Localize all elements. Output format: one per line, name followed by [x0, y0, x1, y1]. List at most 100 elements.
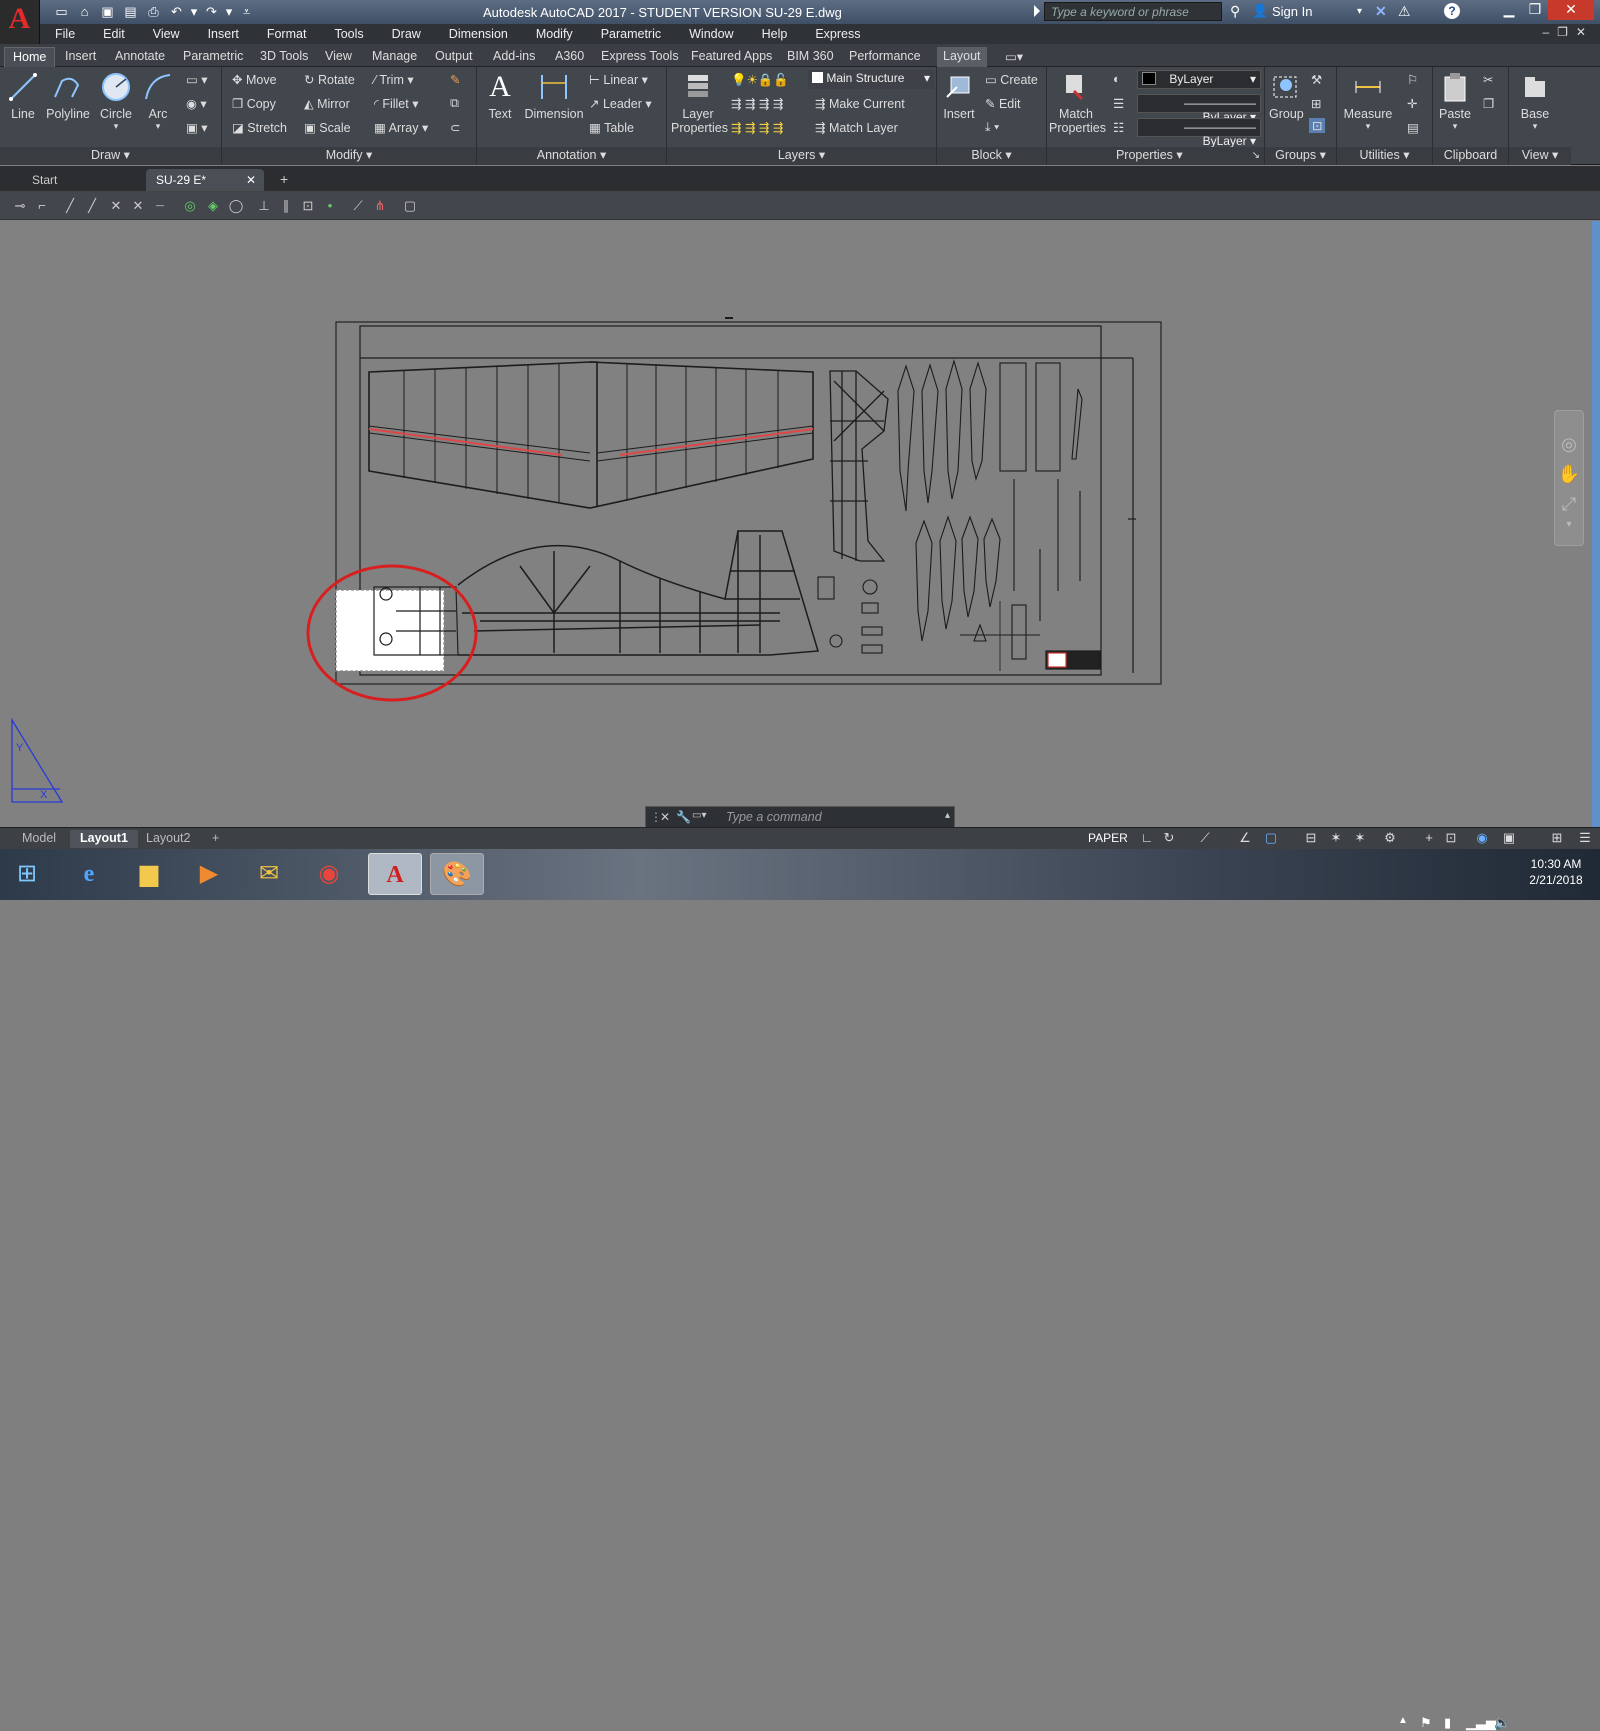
menu-view[interactable]: View	[139, 27, 194, 41]
chrome-icon[interactable]: ◉	[302, 853, 356, 895]
new-layout-button[interactable]: +	[202, 830, 229, 848]
open-file-icon[interactable]: ⌂	[75, 3, 94, 21]
canvas-scrollbar[interactable]	[1592, 221, 1600, 827]
layer-state-icons[interactable]: 💡☀🔒🔓	[731, 72, 789, 88]
snap-parallel-icon[interactable]: ∥	[278, 198, 294, 214]
paste-button[interactable]: Paste ▾	[1437, 71, 1473, 132]
temp-track-point-icon[interactable]: ⊸	[12, 198, 28, 214]
save-as-icon[interactable]: ▤	[121, 3, 140, 21]
tab-layout2[interactable]: Layout2	[136, 830, 200, 848]
polar-tracking-icon[interactable]: ⟋	[1196, 830, 1214, 846]
snap-endpoint-icon[interactable]: ╱	[62, 198, 78, 214]
line-button[interactable]: Line	[6, 71, 40, 121]
snap-tangent-icon[interactable]: ◯	[228, 198, 244, 214]
base-button[interactable]: Base ▾	[1517, 71, 1553, 132]
tab-model[interactable]: Model	[12, 830, 66, 848]
linear-button[interactable]: ⊢ Linear ▾	[589, 72, 648, 87]
close-button[interactable]: ✕	[1548, 0, 1594, 20]
tab-manage[interactable]: Manage	[372, 47, 417, 67]
snap-mode-icon[interactable]: ↻	[1160, 830, 1178, 846]
media-player-icon[interactable]: ▶	[182, 853, 236, 895]
grid-icon[interactable]: ∟	[1138, 830, 1156, 846]
arc-dropdown-icon[interactable]: ▾	[142, 121, 174, 132]
menu-edit[interactable]: Edit	[89, 27, 139, 41]
command-input[interactable]: Type a command	[726, 810, 822, 824]
snap-perpendicular-icon[interactable]: ⊥	[256, 198, 272, 214]
erase-button[interactable]: ✎	[450, 72, 460, 87]
osnap-settings-icon[interactable]: ▢	[402, 198, 418, 214]
stretch-button[interactable]: ◪ Stretch	[232, 120, 287, 135]
isolate-objects-icon[interactable]: ◉	[1473, 830, 1491, 846]
show-hidden-icons[interactable]: ▲	[1398, 1715, 1408, 1726]
hatch-button[interactable]: ◉ ▾	[186, 96, 207, 111]
base-dropdown-icon[interactable]: ▾	[1517, 121, 1553, 132]
command-close-icon[interactable]: ✕	[660, 810, 670, 824]
object-snap-toggle-icon[interactable]: ▢	[1262, 830, 1280, 846]
menu-parametric[interactable]: Parametric	[587, 27, 675, 41]
recent-commands-icon[interactable]: ▭▾	[692, 810, 706, 821]
make-current-button[interactable]: ⇶ Make Current	[815, 96, 905, 111]
annotation-scale-icon[interactable]: ✶	[1327, 830, 1345, 846]
tab-express-tools[interactable]: Express Tools	[601, 47, 679, 67]
tab-parametric[interactable]: Parametric	[183, 47, 243, 67]
sign-in-dropdown-icon[interactable]: ▾	[1357, 6, 1362, 17]
cut-button[interactable]: ✂	[1483, 72, 1493, 87]
paper-space-toggle[interactable]: PAPER	[1088, 831, 1128, 845]
help-search-input[interactable]: Type a keyword or phrase	[1044, 2, 1222, 21]
network-icon[interactable]: ▁▃▅	[1466, 1715, 1496, 1731]
snap-center-icon[interactable]: ◎	[182, 198, 198, 214]
hardware-acceleration-icon[interactable]: ▣	[1500, 830, 1518, 846]
table-button[interactable]: ▦ Table	[589, 120, 634, 135]
layer-tools-row-3[interactable]: ⇶ ⇶ ⇶ ⇶	[731, 120, 783, 135]
match-properties-button[interactable]: Match Properties	[1049, 71, 1106, 135]
redo-dropdown-icon[interactable]: ▾	[225, 3, 233, 21]
new-file-icon[interactable]: ▭	[52, 3, 71, 21]
rotate-button[interactable]: ↻ Rotate	[304, 72, 355, 87]
properties-panel-title[interactable]: Properties ▾ ↘	[1047, 147, 1264, 165]
tab-add-ins[interactable]: Add-ins	[493, 47, 535, 67]
snap-quadrant-icon[interactable]: ◈	[205, 198, 221, 214]
snap-midpoint-icon[interactable]: ╱	[84, 198, 100, 214]
snap-extension-icon[interactable]: ┈	[152, 198, 168, 214]
new-tab-button[interactable]: +	[272, 169, 296, 191]
tab-bim-360[interactable]: BIM 360	[787, 47, 834, 67]
tab-featured-apps[interactable]: Featured Apps	[691, 47, 772, 67]
layers-panel-title[interactable]: Layers ▾	[667, 147, 936, 165]
internet-explorer-icon[interactable]: e	[62, 853, 116, 895]
isodraft-icon[interactable]: ∠	[1236, 830, 1254, 846]
close-tab-icon[interactable]: ✕	[246, 173, 256, 187]
polyline-button[interactable]: Polyline	[44, 71, 92, 121]
arc-button[interactable]: Arc ▾	[142, 71, 174, 132]
plot-icon[interactable]: ⎙	[144, 3, 163, 21]
tab-annotate[interactable]: Annotate	[115, 47, 165, 67]
steering-wheel-icon[interactable]: ◎	[1555, 429, 1583, 459]
redo-icon[interactable]: ↷	[202, 3, 221, 21]
nav-dropdown-icon[interactable]: ▾	[1555, 519, 1583, 531]
snap-nearest-icon[interactable]: ⟋	[350, 198, 366, 214]
command-customize-icon[interactable]: 🔧	[676, 810, 691, 824]
menu-tools[interactable]: Tools	[320, 27, 377, 41]
snap-node-icon[interactable]: •	[322, 198, 338, 214]
zoom-extents-icon[interactable]: ⤢	[1555, 489, 1583, 519]
tab-performance[interactable]: Performance	[849, 47, 921, 67]
scale-button[interactable]: ▣ Scale	[304, 120, 351, 135]
clean-screen-icon[interactable]: ⊞	[1548, 830, 1566, 846]
menu-modify[interactable]: Modify	[522, 27, 587, 41]
snap-insert-icon[interactable]: ⊡	[300, 198, 316, 214]
ribbon-minimize-icon[interactable]: ▭▾	[1005, 47, 1023, 67]
view-panel-title[interactable]: View ▾	[1509, 147, 1571, 165]
volume-icon[interactable]: 🔈	[1494, 1715, 1510, 1731]
lineweight-toggle-icon[interactable]: ⊟	[1302, 830, 1320, 846]
application-menu-button[interactable]: A	[0, 0, 40, 44]
minimize-button[interactable]: ▁	[1496, 0, 1522, 20]
annotation-monitor-icon[interactable]: +	[1420, 830, 1438, 846]
customization-menu-icon[interactable]: ☰	[1576, 830, 1594, 846]
edit-block-button[interactable]: ✎ Edit	[985, 96, 1021, 111]
snap-from-icon[interactable]: ⌐	[34, 198, 50, 214]
trim-button[interactable]: ⁄ Trim ▾	[374, 72, 414, 87]
a360-icon[interactable]: ⚠	[1398, 3, 1411, 20]
paint-icon[interactable]: 🎨	[430, 853, 484, 895]
tab-insert[interactable]: Insert	[65, 47, 96, 67]
paste-dropdown-icon[interactable]: ▾	[1437, 121, 1473, 132]
action-center-flag-icon[interactable]: ⚑	[1420, 1715, 1432, 1731]
